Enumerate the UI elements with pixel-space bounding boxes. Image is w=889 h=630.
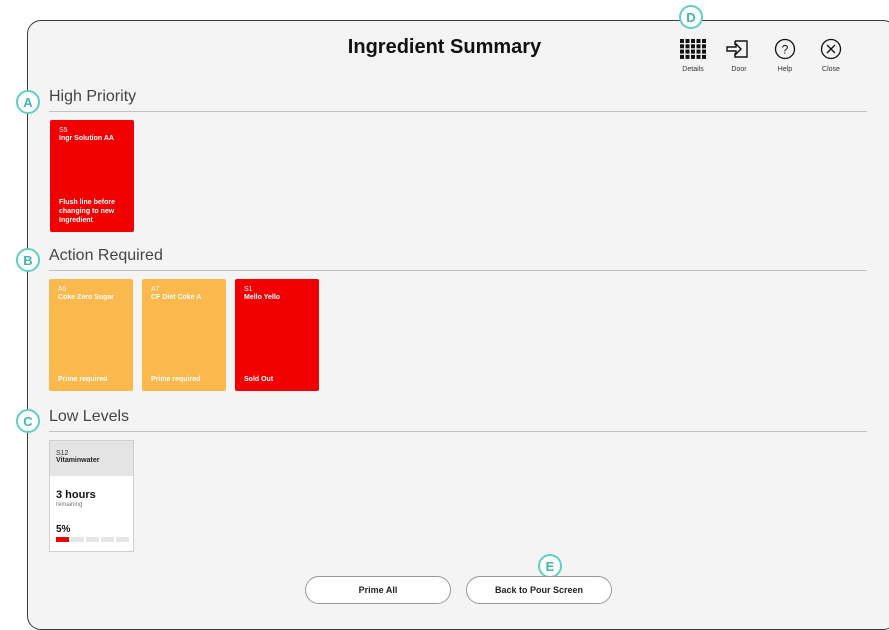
tile-name: Mello Yello — [244, 294, 281, 301]
close-label: Close — [822, 66, 840, 73]
level-percent: 5% — [56, 524, 71, 535]
tile-status: Prime required — [151, 375, 201, 383]
tile-slot: A7 — [151, 286, 160, 293]
svg-text:?: ? — [782, 43, 789, 57]
level-segment — [86, 537, 99, 542]
tile-status: Sold Out — [244, 375, 274, 383]
time-remaining: 3 hours — [56, 489, 96, 501]
low-level-card[interactable]: S12 Vitaminwater 3 hours remaining 5% — [49, 440, 134, 552]
tile-slot: S5 — [59, 127, 68, 134]
ingredient-tile[interactable]: S1 Mello Yello Sold Out — [235, 279, 319, 391]
divider — [49, 270, 867, 271]
ingredient-tile[interactable]: A7 CF Diet Coke A Prime required — [142, 279, 226, 391]
callout-e: E — [538, 554, 562, 578]
ingredient-tile[interactable]: S5 Ingr Solution AA Flush line before ch… — [50, 120, 134, 232]
section-title-low-levels: Low Levels — [49, 408, 130, 425]
callout-d: D — [679, 5, 703, 29]
divider — [49, 431, 867, 432]
level-segment — [116, 537, 129, 542]
details-label: Details — [682, 66, 704, 73]
section-title-high-priority: High Priority — [49, 88, 137, 105]
close-icon — [806, 36, 856, 62]
callout-b: B — [16, 248, 40, 272]
help-button[interactable]: ? Help — [760, 36, 810, 73]
time-caption: remaining — [56, 502, 83, 508]
level-segment — [56, 537, 69, 542]
details-button[interactable]: Details — [668, 36, 718, 73]
ingredient-tile[interactable]: A5 Coke Zero Sugar Prime required — [49, 279, 133, 391]
prime-all-button[interactable]: Prime All — [305, 576, 451, 604]
grid-icon — [668, 36, 718, 62]
tile-status: Flush line before changing to new Ingred… — [59, 198, 116, 224]
back-to-pour-screen-button[interactable]: Back to Pour Screen — [466, 576, 612, 604]
door-label: Door — [731, 66, 747, 73]
door-button[interactable]: Door — [714, 36, 764, 73]
door-icon — [714, 36, 764, 62]
tile-name: Coke Zero Sugar — [58, 294, 115, 301]
divider — [49, 111, 867, 112]
tile-name: CF Diet Coke A — [151, 294, 202, 301]
callout-c: C — [16, 409, 40, 433]
card-header: S12 Vitaminwater — [50, 441, 133, 476]
level-segment — [101, 537, 114, 542]
card-name: Vitaminwater — [56, 457, 100, 464]
level-segment — [71, 537, 84, 542]
callout-a: A — [16, 90, 40, 114]
help-label: Help — [777, 66, 793, 73]
tile-name: Ingr Solution AA — [59, 135, 114, 142]
level-bar — [56, 537, 129, 542]
tile-slot: S1 — [244, 286, 253, 293]
section-title-action-required: Action Required — [49, 247, 163, 264]
tile-status: Prime required — [58, 375, 108, 383]
help-icon: ? — [760, 36, 810, 62]
tile-slot: A5 — [58, 286, 67, 293]
card-slot: S12 — [56, 450, 69, 457]
close-button[interactable]: Close — [806, 36, 856, 73]
